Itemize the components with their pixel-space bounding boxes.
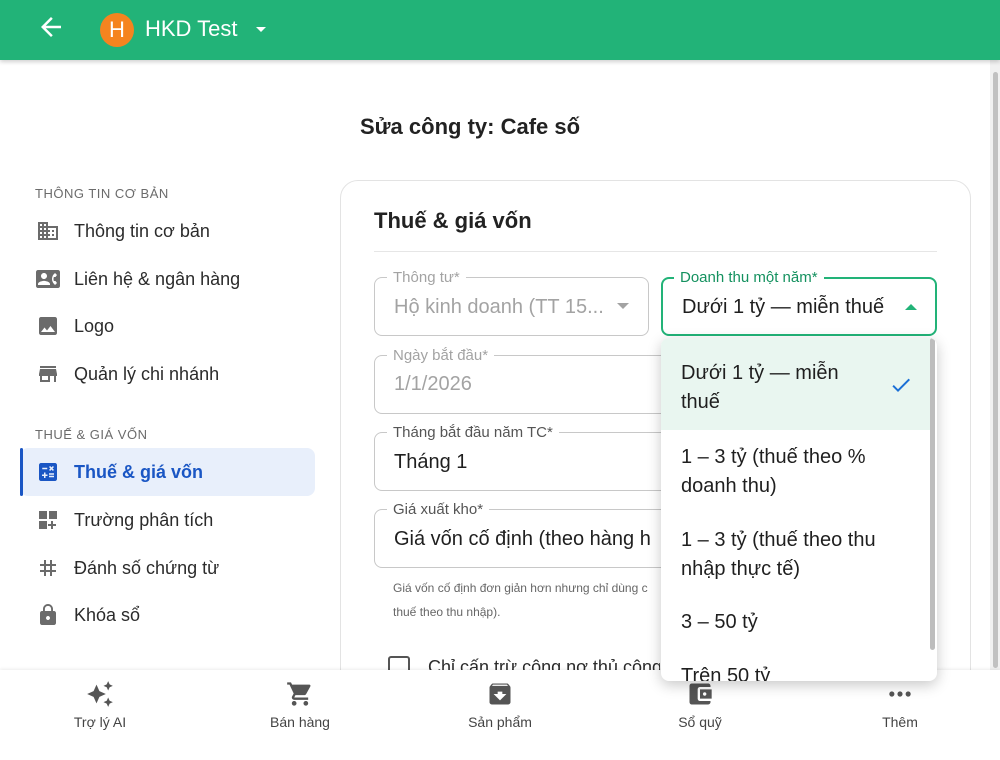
tab-label: Trợ lý AI bbox=[73, 714, 127, 730]
revenue-option[interactable]: 3 – 50 tỷ bbox=[661, 596, 931, 649]
card-title: Thuế & giá vốn bbox=[374, 208, 532, 233]
start-date-value: 1/1/2026 bbox=[394, 373, 472, 395]
sidebar-item-lock-books[interactable]: Khóa sổ bbox=[20, 591, 315, 639]
tab-more[interactable]: Thêm bbox=[800, 670, 1000, 760]
divider bbox=[374, 251, 937, 252]
sidebar-item-label: Logo bbox=[74, 316, 115, 336]
sidebar-item-label: Thuế & giá vốn bbox=[74, 462, 204, 482]
sidebar-item-logo[interactable]: Logo bbox=[20, 302, 315, 350]
check-icon bbox=[892, 378, 910, 392]
tab-label: Bán hàng bbox=[270, 714, 330, 730]
costing-method-select[interactable]: Giá xuất kho* Giá vốn cố định (theo hàng… bbox=[374, 501, 684, 568]
tab-cashbook[interactable]: Sổ quỹ bbox=[600, 670, 800, 760]
revenue-option-label: 1 – 3 tỷ (thuế theo % doanh thu) bbox=[681, 446, 866, 497]
tab-label: Sổ quỹ bbox=[678, 714, 722, 730]
annual-revenue-value: Dưới 1 tỷ — miễn thuế bbox=[682, 296, 885, 318]
sidebar-item-doc-numbering[interactable]: Đánh số chứng từ bbox=[20, 544, 315, 592]
cart-icon bbox=[287, 682, 311, 706]
company-avatar[interactable]: H bbox=[100, 13, 134, 47]
sidebar-item-label: Liên hệ & ngân hàng bbox=[74, 269, 241, 289]
sidebar-item-label: Trường phân tích bbox=[74, 510, 214, 530]
revenue-option[interactable]: 1 – 3 tỷ (thuế theo thu nhập thực tế) bbox=[661, 513, 931, 596]
back-arrow-icon[interactable] bbox=[36, 12, 66, 42]
tab-label: Thêm bbox=[882, 714, 918, 730]
revenue-option-label: 3 – 50 tỷ bbox=[681, 611, 758, 633]
sidebar-item-label: Khóa sổ bbox=[74, 605, 141, 625]
start-date-field: Ngày bắt đầu* 1/1/2026 bbox=[374, 347, 684, 414]
sidebar-section-basic: THÔNG TIN CƠ BẢN bbox=[35, 186, 169, 201]
revenue-option-label: Trên 50 tỷ bbox=[681, 665, 771, 681]
dropdown-scrollbar[interactable] bbox=[930, 338, 935, 650]
start-date-label: Ngày bắt đầu* bbox=[387, 347, 495, 364]
circular-select: Thông tư* Hộ kinh doanh (TT 15... bbox=[374, 269, 649, 336]
revenue-option[interactable]: Trên 50 tỷ bbox=[661, 649, 931, 681]
archive-box-icon bbox=[489, 683, 511, 705]
image-icon bbox=[39, 317, 57, 335]
store-icon bbox=[39, 366, 57, 382]
sidebar-item-label: Thông tin cơ bản bbox=[74, 221, 210, 241]
revenue-option[interactable]: Dưới 1 tỷ — miễn thuế bbox=[661, 338, 931, 430]
page-title: Sửa công ty: Cafe số bbox=[359, 114, 581, 139]
wallet-icon bbox=[689, 683, 712, 705]
page-scrollbar-thumb[interactable] bbox=[993, 72, 998, 668]
fiscal-start-month-select[interactable]: Tháng bắt đầu năm TC* Tháng 1 bbox=[374, 424, 684, 491]
sidebar-item-basic-info[interactable]: Thông tin cơ bản bbox=[20, 207, 315, 255]
more-dots-icon bbox=[889, 691, 911, 697]
bottom-navigation: Trợ lý AI Bán hàng Sản phẩm Sổ quỹ Thêm bbox=[0, 670, 1000, 760]
building-icon bbox=[38, 222, 58, 240]
top-app-bar: H HKD Test bbox=[0, 0, 1000, 60]
fiscal-start-month-value: Tháng 1 bbox=[394, 451, 468, 473]
sidebar-item-label: Quản lý chi nhánh bbox=[74, 364, 220, 384]
revenue-option-label: Dưới 1 tỷ — miễn thuế bbox=[681, 362, 839, 413]
sidebar-item-branches[interactable]: Quản lý chi nhánh bbox=[20, 350, 315, 398]
sidebar-section-tax: THUẾ & GIÁ VỐN bbox=[35, 427, 148, 442]
tab-products[interactable]: Sản phẩm bbox=[400, 670, 600, 760]
annual-revenue-select[interactable]: Doanh thu một năm* Dưới 1 tỷ — miễn thuế bbox=[661, 269, 937, 336]
tab-sales[interactable]: Bán hàng bbox=[200, 670, 400, 760]
circular-label: Thông tư* bbox=[387, 269, 466, 286]
lock-icon bbox=[40, 604, 56, 625]
sparkles-icon bbox=[87, 681, 113, 707]
costing-method-value: Giá vốn cố định (theo hàng h bbox=[394, 528, 651, 550]
revenue-option-label: 1 – 3 tỷ (thuế theo thu nhập thực tế) bbox=[681, 529, 876, 580]
chevron-down-icon[interactable] bbox=[254, 26, 268, 34]
dashboard-add-icon bbox=[39, 511, 57, 529]
costing-helper-text: Giá vốn cố định đơn giản hơn nhưng chỉ d… bbox=[393, 581, 648, 619]
tab-ai-assistant[interactable]: Trợ lý AI bbox=[0, 670, 200, 760]
fiscal-start-month-label: Tháng bắt đầu năm TC* bbox=[387, 424, 559, 441]
annual-revenue-label: Doanh thu một năm* bbox=[674, 269, 824, 286]
caret-down-icon bbox=[617, 303, 629, 309]
caret-up-icon bbox=[905, 304, 917, 310]
calculator-icon bbox=[39, 463, 57, 481]
circular-value: Hộ kinh doanh (TT 15... bbox=[394, 296, 604, 318]
sidebar-item-tax-cost[interactable]: Thuế & giá vốn bbox=[20, 448, 315, 496]
contact-card-icon bbox=[36, 270, 60, 288]
sidebar-item-contact-bank[interactable]: Liên hệ & ngân hàng bbox=[20, 255, 315, 303]
sidebar-item-label: Đánh số chứng từ bbox=[74, 558, 220, 578]
revenue-dropdown-menu: Dưới 1 tỷ — miễn thuế 1 – 3 tỷ (thuế the… bbox=[661, 338, 937, 681]
company-name[interactable]: HKD Test bbox=[145, 16, 238, 42]
costing-method-label: Giá xuất kho* bbox=[387, 501, 490, 518]
sidebar-item-analysis-fields[interactable]: Trường phân tích bbox=[20, 496, 315, 544]
revenue-option[interactable]: 1 – 3 tỷ (thuế theo % doanh thu) bbox=[661, 430, 931, 513]
hash-icon bbox=[40, 560, 56, 576]
tab-label: Sản phẩm bbox=[468, 714, 532, 730]
